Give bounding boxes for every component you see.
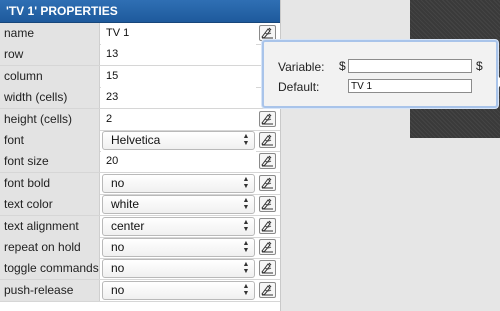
variable-edit-icon[interactable] — [259, 281, 276, 298]
property-value: TV 1 — [106, 27, 130, 39]
property-value: no — [111, 240, 125, 254]
property-row: repeat on hold no ▲ ▼ — [0, 237, 280, 259]
property-row: font bold no ▲ ▼ — [0, 172, 280, 195]
variable-label: Variable: — [278, 60, 325, 74]
property-input[interactable]: TV 1 — [101, 23, 256, 44]
variable-edit-icon[interactable] — [259, 25, 276, 41]
variable-edit-icon[interactable] — [259, 260, 276, 277]
property-label: toggle commands — [0, 258, 100, 280]
property-value: 15 — [106, 69, 119, 82]
updown-arrows-icon: ▲ ▼ — [242, 175, 250, 190]
variable-edit-icon[interactable] — [259, 239, 276, 255]
property-value: Helvetica — [111, 133, 161, 147]
variable-popup: Variable: $ $ Default: — [262, 40, 500, 108]
variable-edit-icon[interactable] — [259, 110, 276, 127]
property-row: font size 20 — [0, 151, 280, 174]
property-label: repeat on hold — [0, 237, 100, 258]
updown-arrows-icon: ▲ ▼ — [242, 218, 250, 233]
property-row: font Helvetica ▲ ▼ — [0, 130, 280, 152]
property-row: column 15 — [0, 65, 280, 88]
property-label: width (cells) — [0, 87, 100, 109]
properties-panel: 'TV 1' PROPERTIES name TV 1 row 13 column 15 w… — [0, 0, 281, 311]
property-input[interactable]: 13 — [101, 44, 256, 66]
property-value: 2 — [106, 112, 113, 125]
updown-arrows-icon: ▲ ▼ — [242, 261, 250, 276]
default-input[interactable] — [348, 79, 472, 93]
property-value: no — [111, 261, 125, 276]
variable-edit-icon[interactable] — [259, 217, 276, 234]
property-label: font size — [0, 151, 100, 173]
property-select[interactable]: no ▲ ▼ — [102, 259, 255, 279]
property-select[interactable]: Helvetica ▲ ▼ — [102, 131, 255, 150]
property-label: column — [0, 65, 100, 87]
property-row: name TV 1 — [0, 23, 280, 45]
property-row: toggle commands no ▲ ▼ — [0, 258, 280, 281]
property-select[interactable]: white ▲ ▼ — [102, 195, 255, 215]
property-value: 13 — [106, 48, 119, 61]
property-row: push-release no ▲ ▼ — [0, 279, 280, 302]
property-value: no — [111, 282, 125, 297]
property-row: height (cells) 2 — [0, 108, 280, 131]
variable-prefix: $ — [339, 59, 346, 73]
variable-edit-icon[interactable] — [259, 174, 276, 191]
property-label: row — [0, 44, 100, 66]
property-label: font — [0, 130, 100, 151]
property-value: center — [111, 218, 145, 233]
property-input[interactable]: 23 — [101, 87, 256, 109]
property-row: text color white ▲ ▼ — [0, 194, 280, 217]
property-input[interactable]: 2 — [101, 108, 256, 130]
property-value: 20 — [106, 155, 119, 168]
variable-input[interactable] — [348, 59, 472, 73]
property-select[interactable]: no ▲ ▼ — [102, 173, 255, 193]
property-label: push-release — [0, 279, 100, 301]
variable-suffix: $ — [476, 59, 483, 73]
property-value: no — [111, 175, 125, 190]
property-select[interactable]: no ▲ ▼ — [102, 238, 255, 257]
variable-edit-icon[interactable] — [259, 132, 276, 148]
property-label: font bold — [0, 172, 100, 194]
variable-edit-icon[interactable] — [259, 196, 276, 213]
property-label: text alignment — [0, 215, 100, 237]
property-input[interactable]: 20 — [101, 151, 256, 173]
updown-arrows-icon: ▲ ▼ — [242, 133, 250, 147]
property-select[interactable]: no ▲ ▼ — [102, 280, 255, 300]
property-input[interactable]: 15 — [101, 65, 256, 87]
property-row: row 13 — [0, 44, 280, 67]
updown-arrows-icon: ▲ ▼ — [242, 282, 250, 297]
property-label: height (cells) — [0, 108, 100, 130]
panel-title: 'TV 1' PROPERTIES — [0, 0, 280, 23]
property-select[interactable]: center ▲ ▼ — [102, 216, 255, 236]
variable-edit-icon[interactable] — [259, 153, 276, 170]
property-value: 23 — [106, 91, 119, 104]
property-label: text color — [0, 194, 100, 216]
property-row: width (cells) 23 — [0, 87, 280, 110]
updown-arrows-icon: ▲ ▼ — [242, 240, 250, 254]
property-value: white — [111, 197, 140, 212]
property-label: name — [0, 23, 100, 44]
default-label: Default: — [278, 80, 320, 94]
updown-arrows-icon: ▲ ▼ — [242, 197, 250, 212]
workspace-area — [281, 152, 500, 311]
property-row: text alignment center ▲ ▼ — [0, 215, 280, 238]
